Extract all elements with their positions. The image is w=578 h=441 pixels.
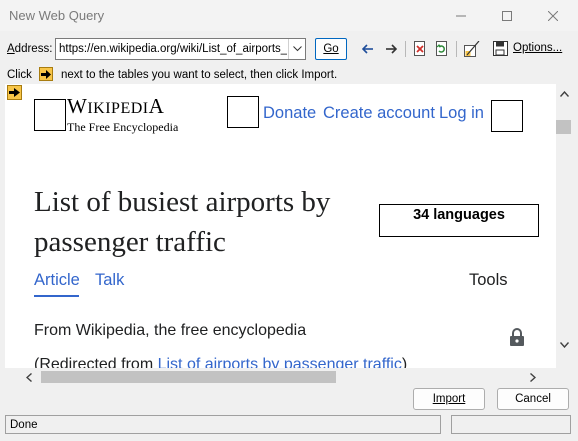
scroll-left-icon[interactable]: [22, 370, 36, 384]
go-button-label: Go: [323, 43, 339, 55]
address-accelerator: A: [7, 43, 15, 55]
wikipedia-logo[interactable]: WIKIPEDIA The Free Encyclopedia: [67, 94, 178, 135]
logo-tagline: The Free Encyclopedia: [67, 120, 179, 134]
options-label: Options...: [513, 42, 563, 54]
address-label-text: ddress:: [14, 43, 53, 55]
logo-wordmark-rest: IKIPEDI: [87, 100, 149, 117]
horizontal-scrollbar[interactable]: [22, 369, 556, 385]
window-title: New Web Query: [9, 8, 105, 23]
import-button[interactable]: Import: [413, 388, 485, 410]
toolbar-separator: [456, 41, 457, 57]
redirect-notice: (Redirected from List of airports by pas…: [34, 356, 407, 368]
close-button[interactable]: [530, 0, 576, 31]
status-text: Done: [5, 415, 441, 434]
log-in-link[interactable]: Log in: [439, 104, 484, 123]
select-arrow-icon: [39, 67, 53, 81]
forward-arrow-icon: [386, 44, 397, 54]
logo-wordmark: WIKIPEDIA: [67, 94, 165, 118]
donate-link[interactable]: Donate: [263, 104, 316, 123]
save-query-button[interactable]: [492, 40, 510, 58]
from-wikipedia-text: From Wikipedia, the free encyclopedia: [34, 322, 307, 339]
lock-icon: [510, 328, 524, 346]
back-arrow-icon: [362, 44, 373, 54]
save-query-icon: [493, 41, 508, 56]
redirect-prefix: (Redirected from: [34, 356, 158, 368]
search-icon-placeholder[interactable]: [227, 96, 259, 128]
web-page-view[interactable]: WIKIPEDIA The Free Encyclopedia Donate C…: [5, 84, 556, 368]
tab-article-underline: [34, 295, 79, 297]
chevron-down-icon: [292, 46, 302, 52]
hint-text-after: next to the tables you want to select, t…: [61, 69, 338, 81]
cancel-button[interactable]: Cancel: [497, 388, 569, 410]
import-label: Import: [432, 393, 466, 405]
article-title: List of busiest airports by passenger tr…: [34, 186, 331, 258]
status-progress-field: [451, 415, 571, 434]
toolbar-separator: [405, 41, 406, 57]
close-icon: [548, 10, 558, 21]
tools-menu[interactable]: Tools: [469, 271, 508, 290]
minimize-button[interactable]: [438, 0, 484, 31]
scroll-right-icon[interactable]: [526, 370, 540, 384]
refresh-icon: [436, 41, 447, 56]
select-all-table-arrow-icon[interactable]: [7, 85, 22, 100]
stop-button[interactable]: [411, 40, 429, 58]
hint-text-before: Click: [7, 69, 32, 81]
scroll-up-icon[interactable]: [557, 87, 571, 101]
forward-button[interactable]: [382, 40, 400, 58]
menu-icon-placeholder[interactable]: [34, 99, 66, 131]
maximize-button[interactable]: [484, 0, 530, 31]
cancel-label: Cancel: [515, 393, 551, 405]
stop-icon: [414, 41, 425, 56]
scroll-down-icon[interactable]: [557, 338, 571, 352]
vertical-scroll-thumb[interactable]: [556, 120, 571, 134]
redirect-link[interactable]: List of airports by passenger traffic: [158, 356, 402, 368]
address-input[interactable]: https://en.wikipedia.org/wiki/List_of_ai…: [59, 43, 287, 55]
refresh-button[interactable]: [433, 40, 451, 58]
address-label: Address:: [7, 43, 52, 55]
create-account-link[interactable]: Create account: [323, 104, 435, 123]
redirect-suffix: ): [401, 356, 408, 368]
tab-talk[interactable]: Talk: [95, 271, 124, 290]
options-button[interactable]: Options...: [513, 42, 562, 54]
status-bar: Done: [0, 412, 578, 441]
tab-article[interactable]: Article: [34, 271, 80, 290]
horizontal-scroll-thumb[interactable]: [41, 371, 336, 383]
address-toolbar: Address: https://en.wikipedia.org/wiki/L…: [0, 36, 578, 62]
hide-icons-icon: [464, 41, 480, 57]
languages-button[interactable]: 34 languages: [379, 204, 539, 237]
user-menu-icon-placeholder[interactable]: [491, 100, 523, 132]
go-button[interactable]: Go: [315, 38, 347, 60]
address-dropdown-button[interactable]: [288, 39, 305, 59]
minimize-icon: [456, 15, 466, 16]
address-combobox[interactable]: https://en.wikipedia.org/wiki/List_of_ai…: [55, 38, 306, 60]
hide-icons-button[interactable]: [463, 40, 481, 58]
vertical-scrollbar[interactable]: [556, 84, 573, 368]
back-button[interactable]: [359, 40, 377, 58]
title-bar: New Web Query: [0, 0, 578, 31]
maximize-icon: [502, 10, 512, 21]
